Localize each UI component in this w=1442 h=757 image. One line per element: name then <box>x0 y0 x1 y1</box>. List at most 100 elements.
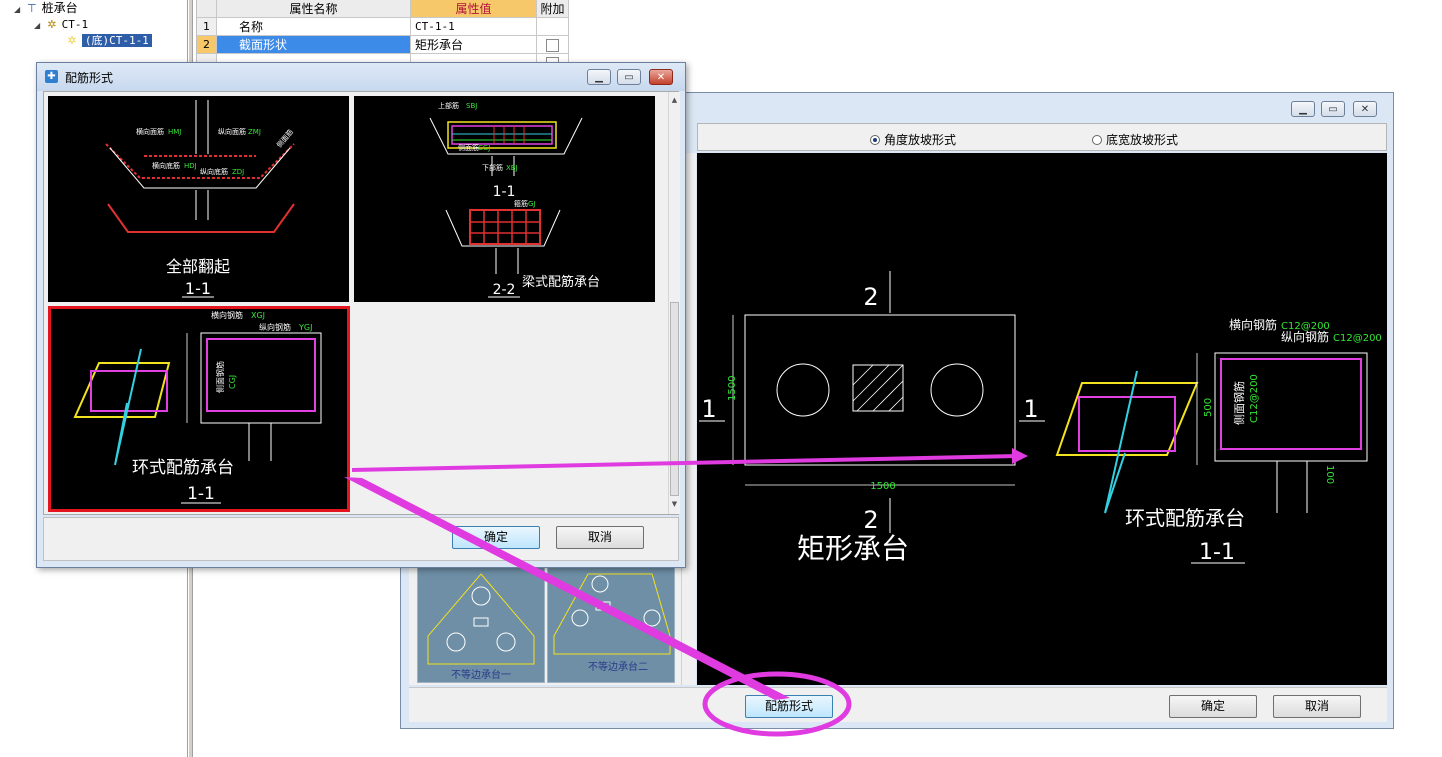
tag-stirrup: 箍筋 <box>514 199 528 208</box>
property-name[interactable]: 截面形状 <box>217 36 411 54</box>
scroll-up-icon[interactable]: ▲ <box>669 96 680 104</box>
dialog-titlebar[interactable]: ✚ 配筋形式 ▁ ▭ ✕ <box>37 63 685 91</box>
extra-checkbox[interactable] <box>546 39 559 52</box>
tree-item-label: CT-1 <box>61 18 89 31</box>
row-number: 2 <box>197 36 217 54</box>
ok-button[interactable]: 确定 <box>452 526 540 549</box>
dim-height: 1500 <box>727 376 738 401</box>
maximize-icon[interactable]: ▭ <box>617 69 641 85</box>
pile-cap-icon: ⊤ <box>27 2 37 15</box>
collapse-arrow-icon[interactable]: ◢ <box>34 18 42 34</box>
tag-cgj: CGJ <box>228 375 237 389</box>
dialog-title: 配筋形式 <box>65 71 114 85</box>
tag-horizontal-rebar: 横向钢筋 <box>211 310 243 320</box>
radio-unselected-icon <box>1092 135 1102 145</box>
tag-side: 侧面筋 <box>275 127 295 149</box>
label-vertical-rebar: 纵向钢筋 <box>1281 329 1329 344</box>
label-horizontal-rebar: 横向钢筋 <box>1229 317 1277 332</box>
close-icon[interactable]: ✕ <box>1353 101 1377 117</box>
maximize-icon[interactable]: ▭ <box>1321 101 1345 117</box>
tag-vertical-bottom: 纵向底筋 <box>200 167 228 176</box>
tag-cgj: CGJ <box>478 144 490 152</box>
dim-500: 500 <box>1203 398 1214 417</box>
component-gear-icon: ✲ <box>47 18 57 31</box>
tag-side-bar: 侧面筋 <box>458 143 479 152</box>
cancel-button[interactable]: 取消 <box>556 526 644 549</box>
label-side-value: C12@200 <box>1249 374 1260 423</box>
rect-cap-drawing: 2 2 1 1 1500 1500 矩形承台 横向钢筋 C12@200 纵向钢筋… <box>699 271 1382 565</box>
rebar-option-beam-style[interactable]: 1-1 上部筋 SBJ 侧面筋 CGJ 箍筋 GJ 下部筋 XBJ 2-2 梁式… <box>354 96 655 302</box>
radio-selected-icon <box>870 135 880 145</box>
scroll-down-icon[interactable]: ▼ <box>669 500 680 508</box>
radio-label: 角度放坡形式 <box>884 133 957 147</box>
cancel-button[interactable]: 取消 <box>1273 695 1361 718</box>
tag-xgj: XGJ <box>251 311 265 320</box>
rebar-option-grid: 横向面筋 HMJ 纵向面筋 ZMJ 横向底筋 HDJ 纵向底筋 ZDJ 侧面筋 … <box>43 91 680 515</box>
beam-style-diagram: 1-1 上部筋 SBJ 侧面筋 CGJ 箍筋 GJ 下部筋 XBJ 2-2 梁式… <box>429 101 600 298</box>
tag-gj: GJ <box>528 200 536 208</box>
tag-zdj: ZDJ <box>232 168 244 176</box>
tag-vertical-rebar: 纵向钢筋 <box>259 322 291 332</box>
option-section: 1-1 <box>187 484 215 504</box>
tag-top-bar: 上部筋 <box>438 101 459 110</box>
property-value[interactable]: 矩形承台 <box>411 36 537 54</box>
shape-thumbnail[interactable]: 不等边承台一 <box>417 565 545 683</box>
tree-item-ct-1-1[interactable]: ✲ (底)CT-1-1 <box>66 32 152 48</box>
column-header-value[interactable]: 属性值 <box>411 0 537 18</box>
close-icon[interactable]: ✕ <box>649 69 673 85</box>
tree-item-label: 桩承台 <box>41 1 78 15</box>
tag-hmj: HMJ <box>168 128 181 136</box>
collapse-arrow-icon[interactable]: ◢ <box>14 2 22 18</box>
tag-hdj: HDJ <box>184 162 197 170</box>
ok-button[interactable]: 确定 <box>1169 695 1257 718</box>
property-extra <box>537 36 569 54</box>
section-mark-2-bottom: 2 <box>863 506 878 534</box>
unequal-cap-two-diagram: 不等边承台二 <box>553 573 671 673</box>
property-value[interactable]: CT-1-1 <box>411 18 537 36</box>
radio-angle-slope[interactable]: 角度放坡形式 <box>870 131 956 148</box>
section-mark-2-top: 2 <box>863 283 878 311</box>
rebar-option-ring-style[interactable]: 横向钢筋 XGJ 纵向钢筋 YGJ 侧面钢筋 CGJ 环式配筋承台 1-1 <box>48 306 350 512</box>
back-window-footer: 配筋形式 确定 取消 <box>409 687 1387 722</box>
thumbnail-caption: 不等边承台二 <box>588 660 648 673</box>
option-caption: 环式配筋承台 <box>132 458 234 478</box>
scrollbar-thumb[interactable] <box>670 302 679 496</box>
shape-thumbnail[interactable]: 不等边承台二 <box>547 565 675 683</box>
option-section: 1-1 <box>185 279 211 298</box>
section-mark-1-right: 1 <box>1023 395 1038 423</box>
tag-xbj: XBJ <box>506 164 518 172</box>
column-header-extra[interactable]: 附加 <box>537 0 569 18</box>
all-bent-diagram: 横向面筋 HMJ 纵向面筋 ZMJ 横向底筋 HDJ 纵向底筋 ZDJ 侧面筋 … <box>105 100 295 298</box>
tree-item-pile-cap[interactable]: ◢ ⊤ 桩承台 <box>14 0 78 16</box>
rebar-form-dialog: ✚ 配筋形式 ▁ ▭ ✕ 横向面筋 HMJ 纵向面筋 ZMJ 横向底筋 HDJ <box>36 62 686 568</box>
section-2-2: 2-2 <box>493 282 516 298</box>
tag-side-rebar: 侧面钢筋 <box>215 361 225 393</box>
label-side-rebar: 侧面钢筋 <box>1232 381 1246 425</box>
option-caption: 梁式配筋承台 <box>522 274 600 290</box>
dialog-footer: 确定 取消 <box>43 517 679 561</box>
row-number-header <box>197 0 217 18</box>
ring-cap-title: 环式配筋承台 <box>1125 506 1245 530</box>
row-number: 1 <box>197 18 217 36</box>
minimize-icon[interactable]: ▁ <box>1291 101 1315 117</box>
tag-horizontal-top: 横向面筋 <box>136 127 164 136</box>
section-preview-canvas: 2 2 1 1 1500 1500 矩形承台 横向钢筋 C12@200 纵向钢筋… <box>697 153 1387 685</box>
tree-item-label: (底)CT-1-1 <box>81 34 152 47</box>
rebar-option-all-bent[interactable]: 横向面筋 HMJ 纵向面筋 ZMJ 横向底筋 HDJ 纵向底筋 ZDJ 侧面筋 … <box>48 96 349 302</box>
tag-bottom-bar: 下部筋 <box>482 163 503 172</box>
dim-100: 100 <box>1324 465 1335 484</box>
ring-cap-section: 1-1 <box>1199 540 1235 565</box>
tag-zmj: ZMJ <box>248 128 261 136</box>
options-scrollbar[interactable]: ▲ ▼ <box>668 92 680 514</box>
unequal-cap-one-diagram: 不等边承台一 <box>427 573 535 681</box>
rebar-form-button[interactable]: 配筋形式 <box>745 695 833 718</box>
property-name[interactable]: 名称 <box>217 18 411 36</box>
column-header-name[interactable]: 属性名称 <box>217 0 411 18</box>
tag-vertical-top: 纵向面筋 <box>218 127 246 136</box>
minimize-icon[interactable]: ▁ <box>587 69 611 85</box>
tree-item-ct-1[interactable]: ◢ ✲ CT-1 <box>34 16 88 32</box>
radio-width-slope[interactable]: 底宽放坡形式 <box>1092 131 1178 148</box>
dim-width: 1500 <box>870 481 895 492</box>
section-1-1: 1-1 <box>493 184 516 200</box>
thumbnail-caption: 不等边承台一 <box>451 668 511 681</box>
